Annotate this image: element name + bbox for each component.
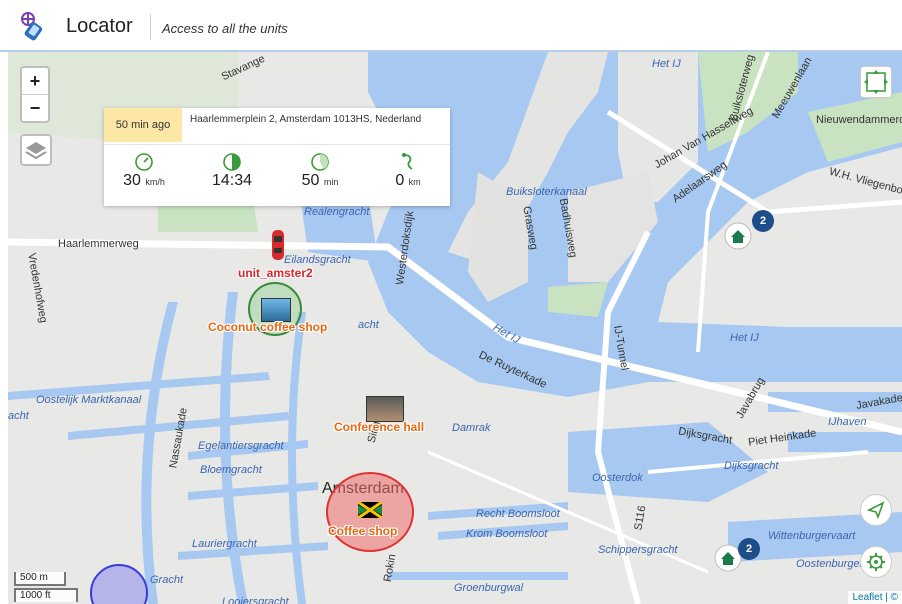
map-label: Gracht xyxy=(150,574,184,586)
app-header: Locator Access to all the units xyxy=(0,0,902,52)
map-label: Egelantiersgracht xyxy=(198,440,284,452)
clock-icon xyxy=(223,153,241,171)
map-label: Schippersgracht xyxy=(598,544,678,556)
fullscreen-icon xyxy=(864,70,888,94)
map-label: Buiksloterkanaal xyxy=(506,186,587,198)
map-label: Haarlemmerweg xyxy=(58,238,139,250)
conference-image-icon[interactable] xyxy=(366,396,404,422)
map-label: acht xyxy=(8,410,29,422)
speed-stat: 30 km/h xyxy=(104,152,184,190)
map-label: Damrak xyxy=(452,422,491,434)
attribution-link[interactable]: Leaflet | © xyxy=(848,591,902,604)
layers-icon xyxy=(25,142,47,160)
time-stat: 14:34 xyxy=(192,152,272,190)
cluster-badge[interactable]: 2 xyxy=(752,210,774,232)
map-label: Nieuwendammerdijk xyxy=(816,114,902,126)
distance-unit: km xyxy=(408,177,421,187)
duration-stat: 50 min xyxy=(280,152,360,190)
duration-unit: min xyxy=(323,177,339,187)
unit-label: unit_amster2 xyxy=(238,266,313,280)
map-label: Realengracht xyxy=(304,206,370,218)
zoom-out-button[interactable]: − xyxy=(22,94,48,121)
unit-info-panel: 50 min ago Haarlemmerplein 2, Amsterdam … xyxy=(104,108,450,206)
header-divider xyxy=(150,14,151,40)
app-subtitle: Access to all the units xyxy=(162,21,288,36)
speedometer-icon xyxy=(135,153,153,171)
logo-icon xyxy=(21,12,43,41)
time-ago-badge: 50 min ago xyxy=(104,108,182,142)
app-title: Locator xyxy=(66,15,133,37)
duration-value: 50 xyxy=(301,172,320,189)
locate-button[interactable] xyxy=(860,494,892,526)
map-label: IJhaven xyxy=(828,416,867,428)
map-label: Wittenburgervaart xyxy=(768,530,856,542)
map-label: Bloemgracht xyxy=(200,464,262,476)
zoom-control: + − xyxy=(20,66,50,123)
gear-icon xyxy=(867,553,885,571)
map-label: Oosterdok xyxy=(592,472,643,484)
map-label: Recht Boomsloot xyxy=(476,508,560,520)
map-view[interactable]: Stavange Haarlemmerweg Vredenhofweg Real… xyxy=(8,52,902,604)
coffee-marker[interactable] xyxy=(326,472,414,552)
home-marker-icon[interactable] xyxy=(724,222,752,250)
distance-stat: 0 km xyxy=(368,152,448,190)
speed-value: 30 xyxy=(123,172,141,189)
map-label: Lauriergracht xyxy=(192,538,257,550)
map-label: acht xyxy=(358,319,379,331)
zoom-in-button[interactable]: + xyxy=(22,68,48,94)
map-label: Het IJ xyxy=(730,332,759,344)
fullscreen-button[interactable] xyxy=(860,66,892,98)
distance-value: 0 xyxy=(395,172,405,189)
cluster-badge[interactable]: 2 xyxy=(738,538,760,560)
settings-button[interactable] xyxy=(860,546,892,578)
map-label: Groenburgwal xyxy=(454,582,524,594)
scale-metric: 500 m xyxy=(14,572,66,586)
map-label: Looiersgracht xyxy=(222,596,289,604)
map-label: Oostelijk Marktkanaal xyxy=(36,394,142,406)
coconut-label: Coconut coffee shop xyxy=(208,320,328,334)
map-label: Eilandsgracht xyxy=(284,254,351,266)
conference-label: Conference hall xyxy=(334,420,425,434)
speed-unit: km/h xyxy=(145,177,165,187)
layers-button[interactable] xyxy=(20,134,52,166)
address-text: Haarlemmerplein 2, Amsterdam 1013HS, Ned… xyxy=(190,114,422,125)
route-icon xyxy=(402,153,413,170)
duration-icon xyxy=(311,153,329,171)
map-label: Dijksgracht xyxy=(724,460,779,472)
divider xyxy=(104,144,450,145)
map-label: Krom Boomsloot xyxy=(466,528,548,540)
navigation-arrow-icon xyxy=(866,501,885,520)
palm-image-icon xyxy=(261,298,291,322)
scale-imperial: 1000 ft xyxy=(14,588,78,602)
flag-icon xyxy=(358,502,382,518)
time-value: 14:34 xyxy=(211,172,253,189)
car-marker-icon[interactable] xyxy=(270,228,286,262)
coffee-label: Coffee shop xyxy=(328,524,398,538)
map-label: Het IJ xyxy=(652,58,681,70)
